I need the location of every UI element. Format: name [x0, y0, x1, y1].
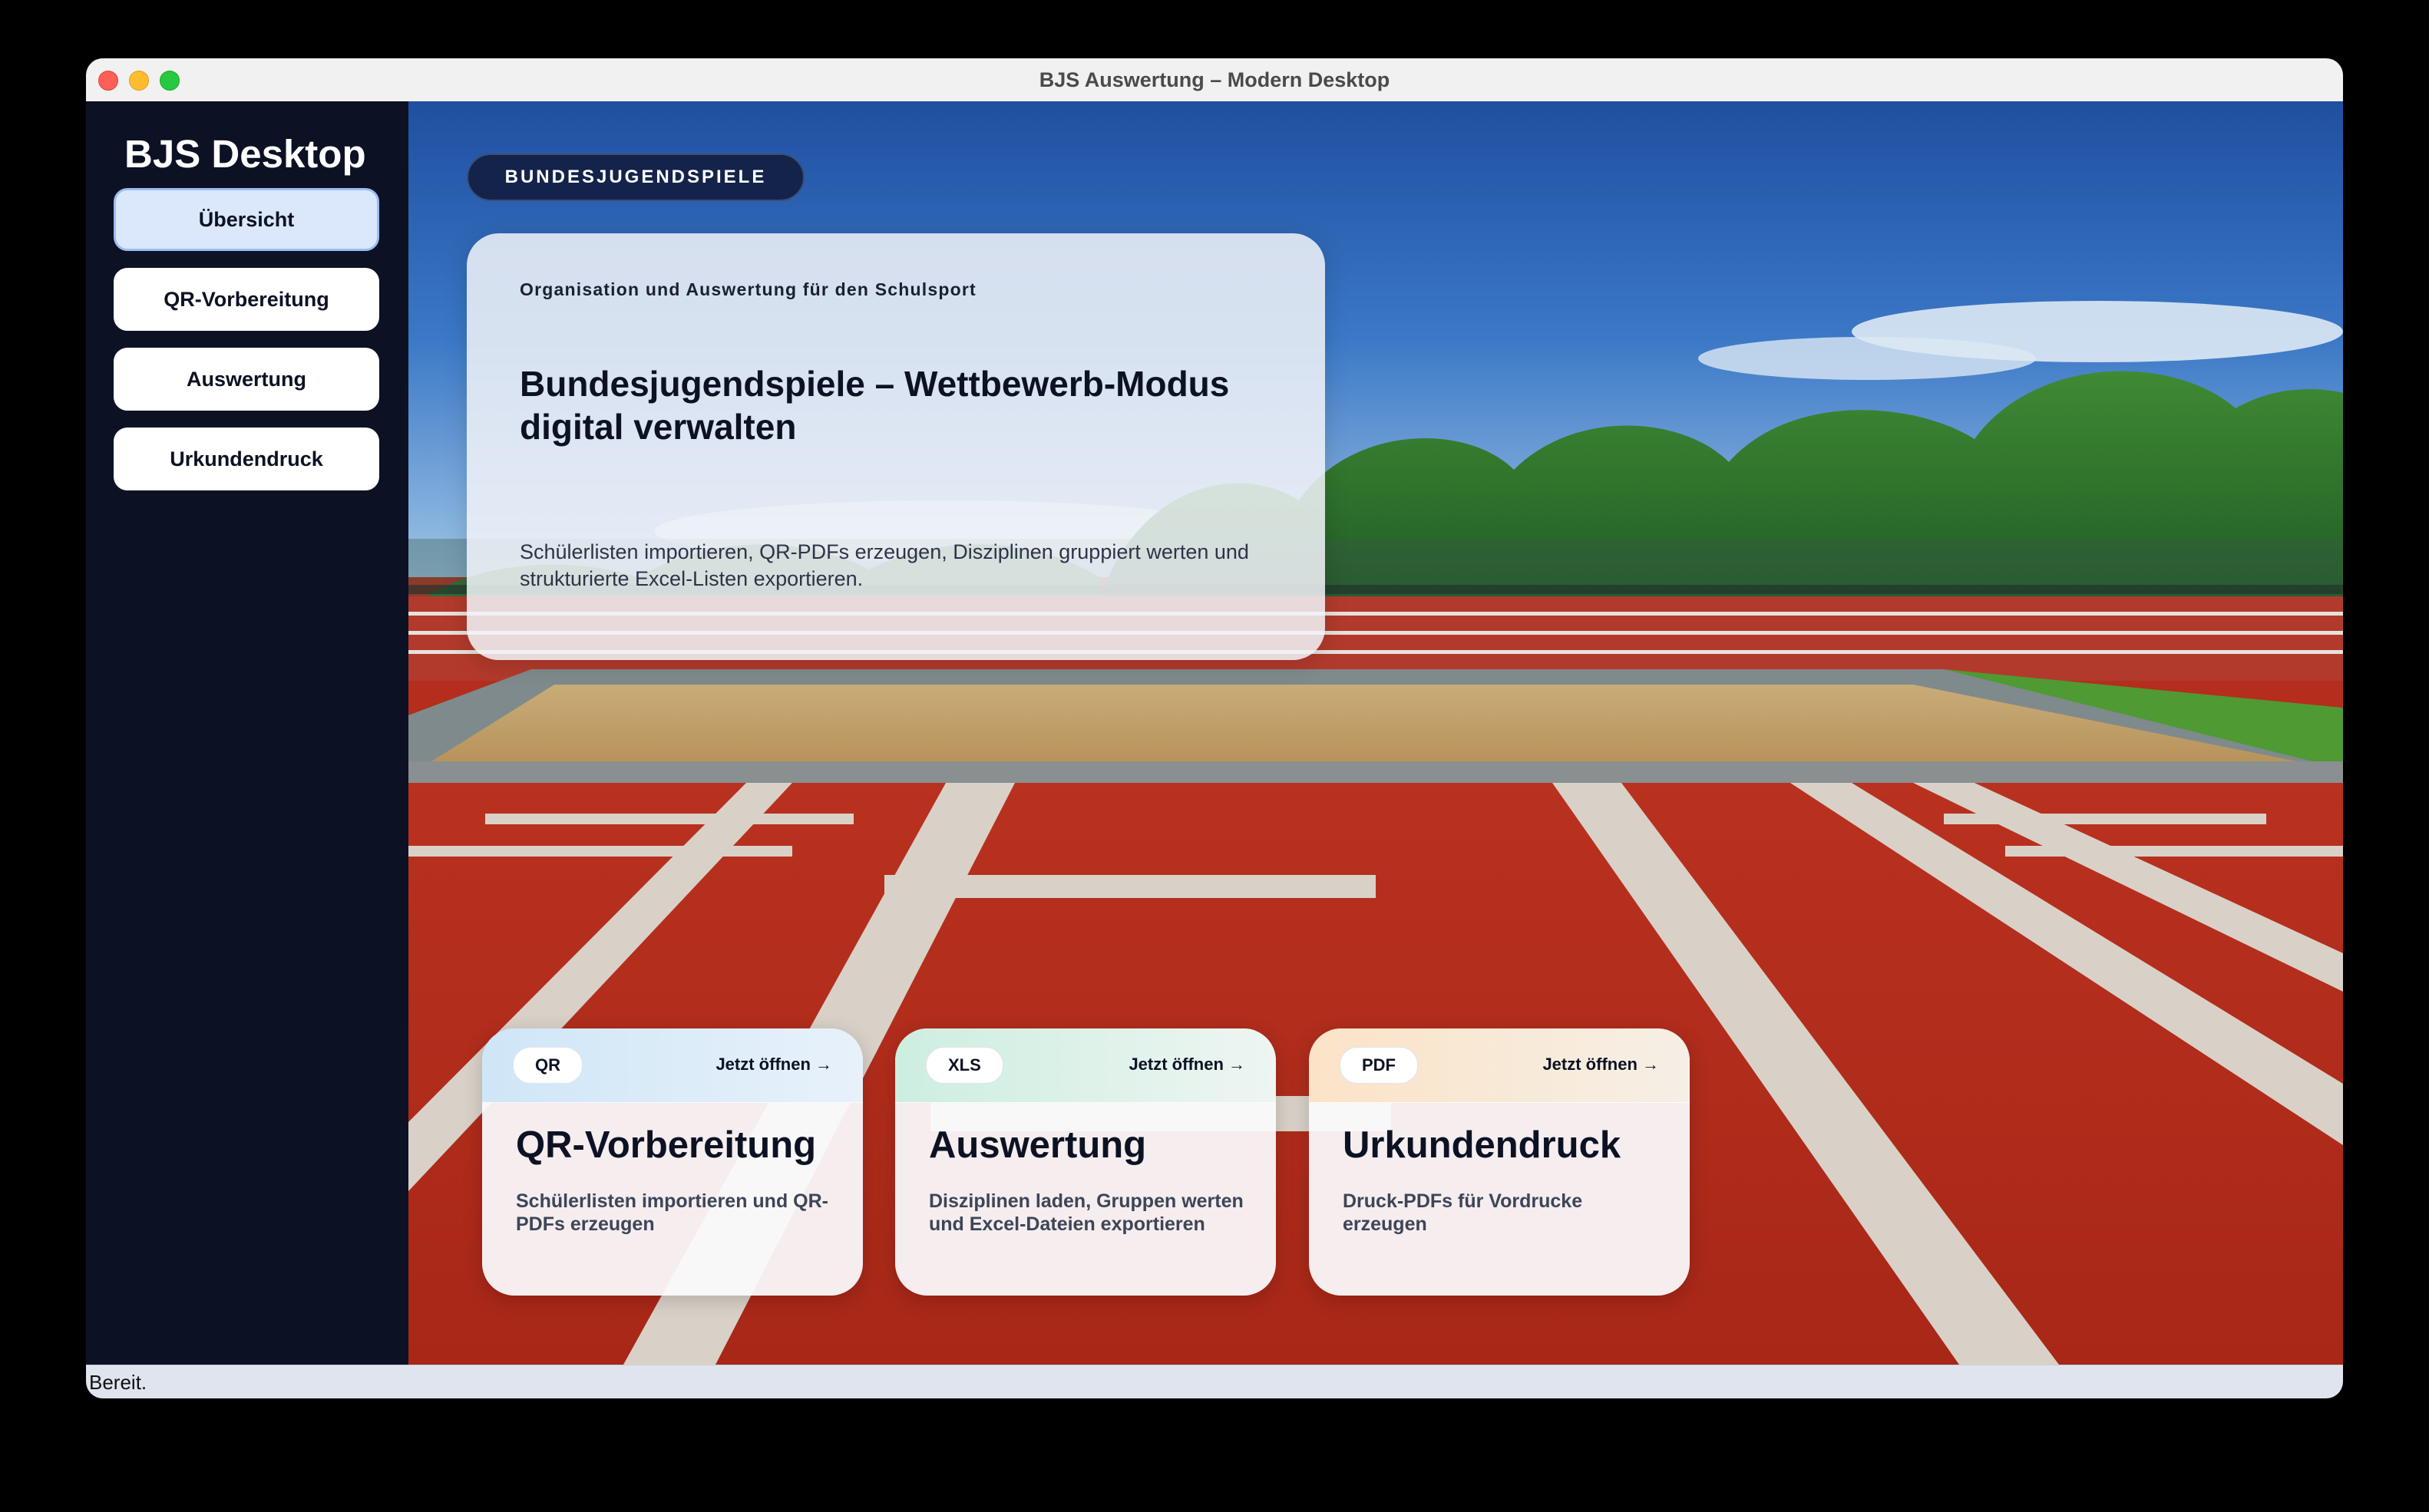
card-header: PDF Jetzt öffnen → — [1309, 1028, 1690, 1103]
card-description: Druck-PDFs für Vordrucke erzeugen — [1343, 1190, 1583, 1235]
qr-vorbereitung-card[interactable]: QR Jetzt öffnen → QR-Vorbereitung Schüle… — [482, 1028, 863, 1296]
hero-card: Organisation und Auswertung für den Schu… — [467, 233, 1325, 660]
card-title: Auswertung — [929, 1124, 1147, 1166]
open-urkundendruck-link[interactable]: Jetzt öffnen → — [1542, 1047, 1659, 1082]
brand-title: BJS Desktop — [124, 132, 366, 176]
urkundendruck-card[interactable]: PDF Jetzt öffnen → Urkundendruck Druck-P… — [1309, 1028, 1690, 1296]
title-bar: BJS Auswertung – Modern Desktop — [86, 58, 2343, 102]
pdf-tag-badge: PDF — [1340, 1047, 1418, 1084]
card-description: Disziplinen laden, Gruppen werten und Ex… — [929, 1190, 1244, 1235]
card-title: Urkundendruck — [1343, 1124, 1621, 1166]
hero-kicker: Organisation und Auswertung für den Schu… — [520, 279, 977, 299]
card-title: QR-Vorbereitung — [516, 1124, 817, 1166]
open-auswertung-link[interactable]: Jetzt öffnen → — [1129, 1047, 1245, 1082]
card-header: XLS Jetzt öffnen → — [895, 1028, 1276, 1103]
nav-auswertung-button[interactable]: Auswertung — [114, 348, 379, 411]
hero-title: Bundesjugendspiele – Wettbewerb-Modus di… — [520, 364, 1230, 447]
auswertung-card[interactable]: XLS Jetzt öffnen → Auswertung Diszipline… — [895, 1028, 1276, 1296]
open-qr-link[interactable]: Jetzt öffnen → — [715, 1047, 832, 1082]
window-title: BJS Auswertung – Modern Desktop — [1039, 68, 1390, 91]
status-bar: Bereit. — [86, 1365, 2343, 1398]
card-header: QR Jetzt öffnen → — [482, 1028, 863, 1103]
hero-subtitle: Schülerlisten importieren, QR-PDFs erzeu… — [520, 540, 1249, 590]
app-window: BJS Auswertung – Modern Desktop BJS Desk… — [86, 58, 2343, 1398]
eyebrow-badge: BUNDESJUGENDSPIELE — [467, 154, 805, 201]
qr-tag-badge: QR — [513, 1047, 583, 1084]
nav-uebersicht-button[interactable]: Übersicht — [114, 188, 379, 251]
xls-tag-badge: XLS — [926, 1047, 1003, 1084]
status-text: Bereit. — [89, 1371, 147, 1394]
main-content: BUNDESJUGENDSPIELE Organisation und Ausw… — [408, 101, 2343, 1365]
nav-qr-vorbereitung-button[interactable]: QR-Vorbereitung — [114, 268, 379, 331]
sidebar: BJS Desktop Übersicht QR-Vorbereitung Au… — [86, 101, 408, 1365]
card-description: Schülerlisten importieren und QR-PDFs er… — [516, 1190, 828, 1235]
nav-urkundendruck-button[interactable]: Urkundendruck — [114, 428, 379, 490]
